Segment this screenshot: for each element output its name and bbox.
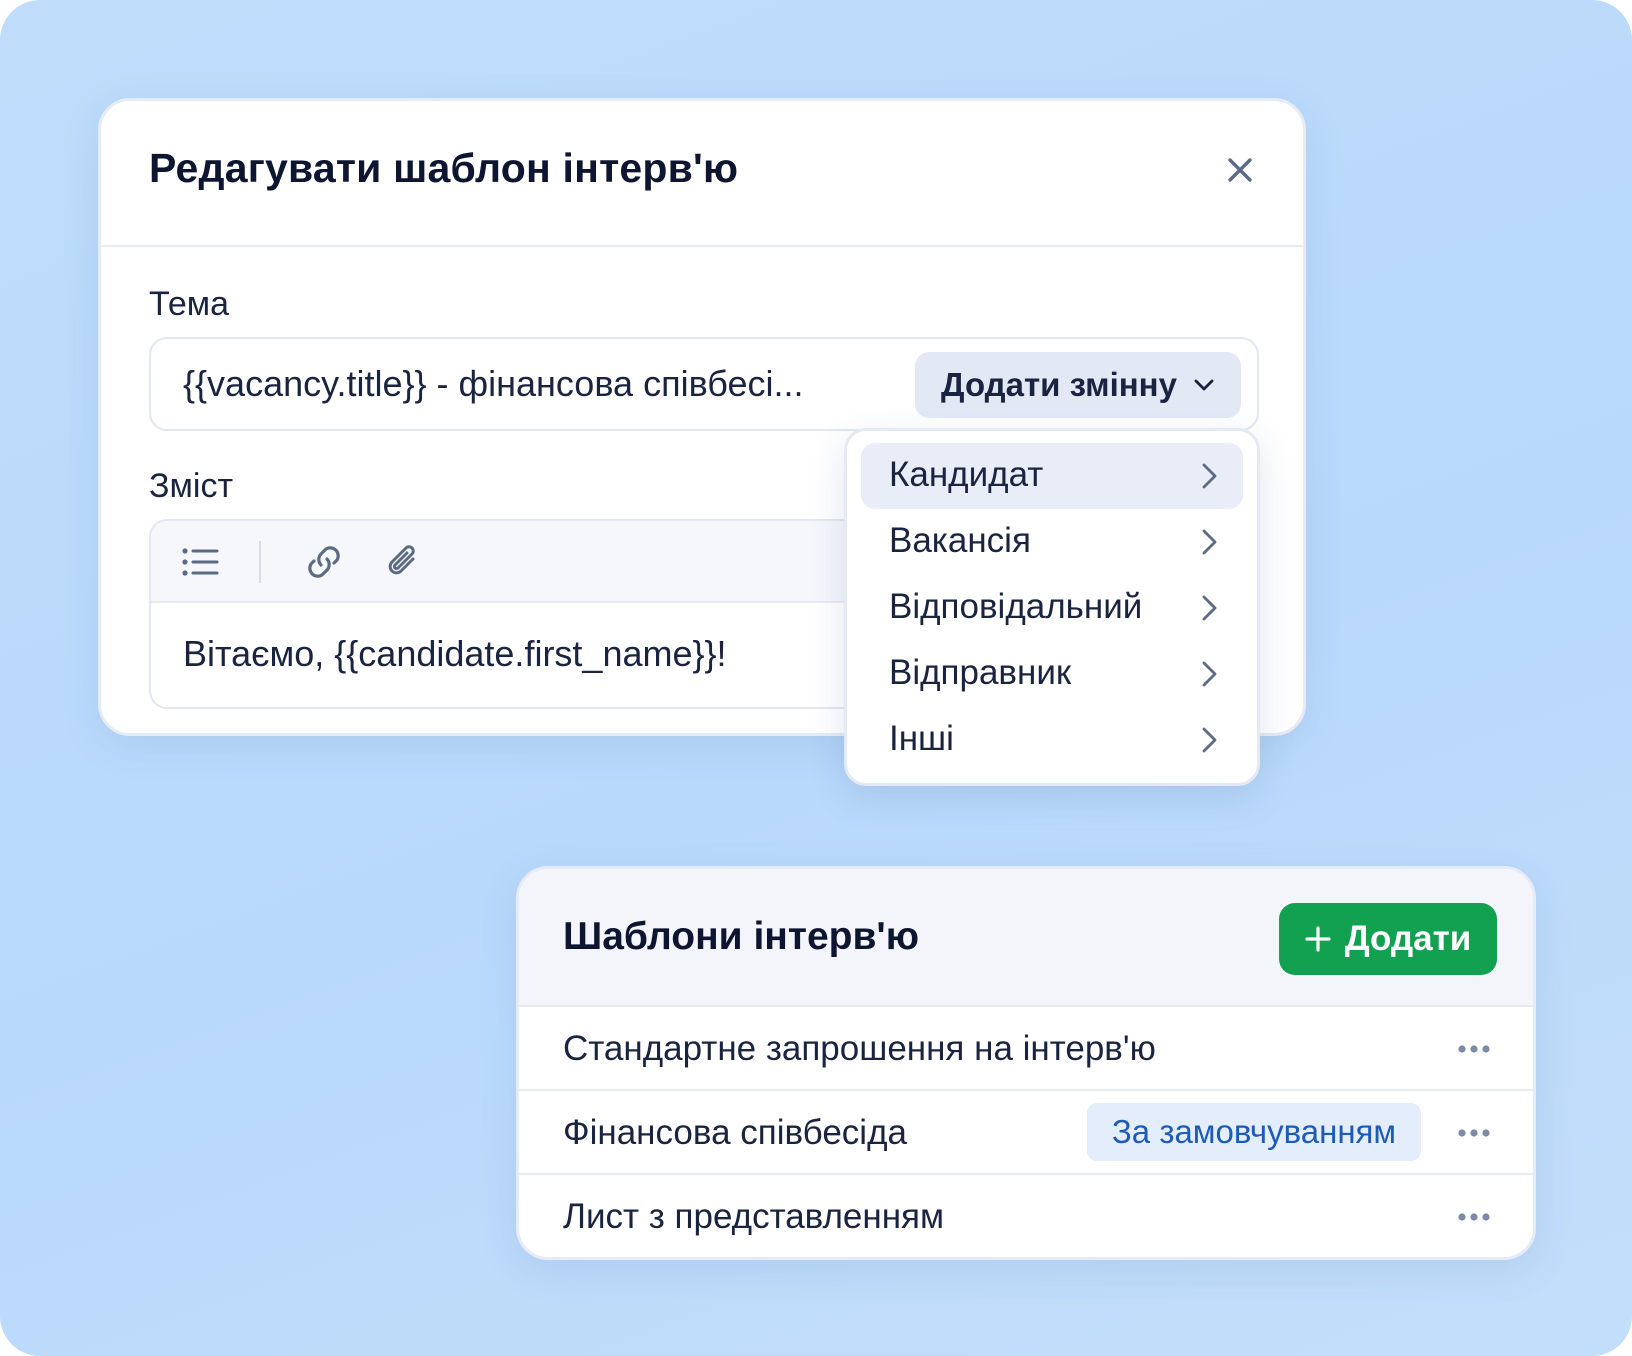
subject-input[interactable]: {{vacancy.title}} - фінансова співбесі..… [149,337,1259,431]
chevron-right-icon [1202,727,1217,753]
dropdown-item-label: Відправник [889,653,1072,692]
chevron-right-icon [1202,661,1217,687]
add-variable-label: Додати змінну [941,366,1177,403]
chevron-right-icon [1202,529,1217,555]
template-row[interactable]: Стандартне запрошення на інтерв'ю [519,1007,1533,1091]
dropdown-item-label: Відповідальний [889,587,1143,626]
chevron-right-icon [1202,595,1217,621]
add-template-label: Додати [1344,919,1472,958]
dropdown-item-responsible[interactable]: Відповідальний [861,575,1243,641]
content-label: Зміст [149,467,234,505]
dropdown-item-other[interactable]: Інші [861,707,1243,773]
plus-icon [1305,926,1331,952]
link-icon[interactable] [303,541,345,583]
more-options-icon[interactable] [1457,1205,1491,1229]
modal-title: Редагувати шаблон інтерв'ю [149,145,739,191]
templates-title: Шаблони інтерв'ю [563,915,920,958]
content-body: Вітаємо, {{candidate.first_name}}! [183,633,727,674]
variable-dropdown: Кандидат Вакансія Відповідальний Відправ… [844,428,1260,786]
chevron-down-icon [1194,379,1214,391]
dropdown-item-label: Вакансія [889,521,1031,560]
subject-value: {{vacancy.title}} - фінансова співбесі..… [183,363,804,404]
templates-card: Шаблони інтерв'ю Додати Стандартне запро… [516,866,1536,1260]
dropdown-item-label: Кандидат [889,455,1044,494]
modal-header: Редагувати шаблон інтерв'ю [101,101,1303,247]
add-variable-button[interactable]: Додати змінну [915,352,1241,418]
canvas-background: Редагувати шаблон інтерв'ю Тема {{vacanc… [0,0,1632,1356]
more-options-icon[interactable] [1457,1121,1491,1145]
templates-header: Шаблони інтерв'ю Додати [519,869,1533,1007]
subject-label: Тема [149,285,230,323]
template-row[interactable]: Лист з представленням [519,1175,1533,1257]
close-button[interactable] [1223,153,1257,187]
template-name: Стандартне запрошення на інтерв'ю [563,1029,1156,1068]
close-icon [1228,158,1252,182]
dropdown-item-vacancy[interactable]: Вакансія [861,509,1243,575]
template-name: Фінансова співбесіда [563,1113,907,1152]
add-template-button[interactable]: Додати [1279,903,1497,975]
default-badge: За замовчуванням [1087,1103,1421,1161]
template-row[interactable]: Фінансова співбесіда За замовчуванням [519,1091,1533,1175]
chevron-right-icon [1202,463,1217,489]
dropdown-item-label: Інші [889,719,954,758]
toolbar-separator [259,541,261,583]
more-options-icon[interactable] [1457,1037,1491,1061]
template-name: Лист з представленням [563,1197,945,1236]
dropdown-item-candidate[interactable]: Кандидат [861,443,1243,509]
paperclip-icon[interactable] [383,541,425,583]
bullet-list-icon[interactable] [179,541,221,583]
dropdown-item-sender[interactable]: Відправник [861,641,1243,707]
